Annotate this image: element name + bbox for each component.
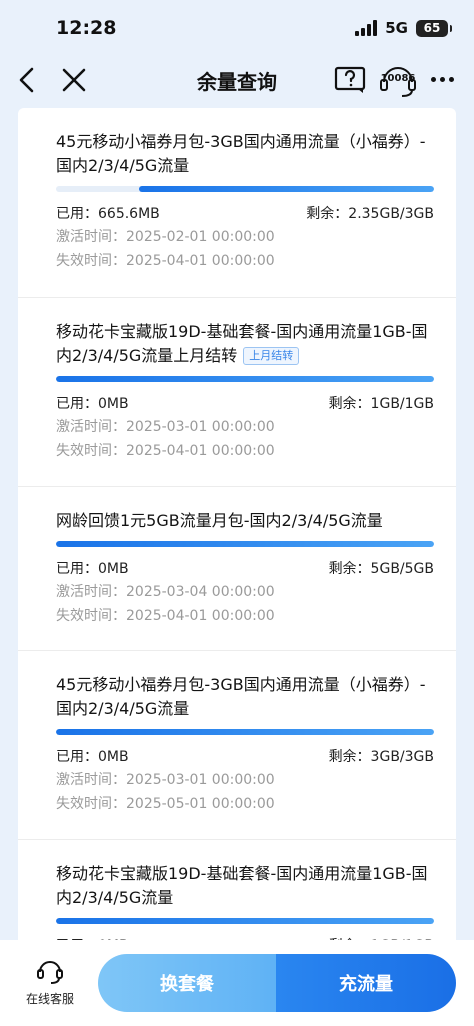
carryover-badge: 上月结转: [243, 347, 300, 365]
battery-icon: 65: [416, 19, 452, 37]
online-service-button[interactable]: 在线客服: [16, 956, 84, 1007]
usage-progress-fill: [139, 186, 434, 192]
usage-progress-fill: [56, 376, 434, 382]
remaining-amount: 剩余：1GB/1GB: [328, 396, 434, 412]
usage-row: 已用：0MB 剩余：3GB/3GB: [56, 747, 434, 767]
usage-progress-bar: [56, 376, 434, 382]
usage-progress-bar: [56, 541, 434, 547]
package-title: 45元移动小福券月包-3GB国内通用流量（小福券）-国内2/3/4/5G流量: [56, 651, 434, 721]
remaining-amount: 剩余：5GB/5GB: [328, 561, 434, 577]
top-up-data-button[interactable]: 充流量: [276, 954, 456, 1012]
status-icons: 5G 65: [355, 19, 452, 37]
usage-progress-fill: [56, 541, 434, 547]
usage-progress-fill: [56, 918, 434, 924]
action-button-group: 换套餐 充流量: [98, 954, 456, 1012]
close-icon[interactable]: [58, 64, 90, 96]
package-item: 移动花卡宝藏版19D-基础套餐-国内通用流量1GB-国内2/3/4/5G流量 已…: [18, 840, 456, 956]
package-title-text: 移动花卡宝藏版19D-基础套餐-国内通用流量1GB-国内2/3/4/5G流量上月…: [56, 322, 428, 365]
expiration-time: 失效时间：2025-04-01 00:00:00: [56, 253, 275, 269]
online-service-label: 在线客服: [25, 992, 74, 1006]
package-item: 移动花卡宝藏版19D-基础套餐-国内通用流量1GB-国内2/3/4/5G流量上月…: [18, 298, 456, 487]
signal-icon: [355, 20, 378, 36]
used-amount: 已用：665.6MB: [56, 206, 160, 222]
package-title: 移动花卡宝藏版19D-基础套餐-国内通用流量1GB-国内2/3/4/5G流量: [56, 840, 434, 910]
expiration-time: 失效时间：2025-05-01 00:00:00: [56, 796, 275, 812]
package-title-text: 移动花卡宝藏版19D-基础套餐-国内通用流量1GB-国内2/3/4/5G流量: [56, 864, 428, 907]
package-item: 网龄回馈1元5GB流量月包-国内2/3/4/5G流量 已用：0MB 剩余：5GB…: [18, 487, 456, 651]
package-item: 45元移动小福券月包-3GB国内通用流量（小福券）-国内2/3/4/5G流量 已…: [18, 651, 456, 840]
activation-time: 激活时间：2025-03-01 00:00:00: [56, 419, 275, 435]
change-plan-button[interactable]: 换套餐: [98, 954, 276, 1012]
help-icon[interactable]: [334, 65, 368, 95]
activation-time: 激活时间：2025-02-01 00:00:00: [56, 229, 275, 245]
used-amount: 已用：0MB: [56, 749, 129, 765]
expiration-time: 失效时间：2025-04-01 00:00:00: [56, 608, 275, 624]
back-arrow-icon[interactable]: [12, 64, 44, 96]
activation-time: 激活时间：2025-03-04 00:00:00: [56, 584, 275, 600]
status-time: 12:28: [56, 17, 117, 39]
package-title: 网龄回馈1元5GB流量月包-国内2/3/4/5G流量: [56, 487, 434, 533]
usage-row: 已用：0MB 剩余：1GB/1GB: [56, 394, 434, 414]
package-list[interactable]: 45元移动小福券月包-3GB国内通用流量（小福券）-国内2/3/4/5G流量 已…: [18, 108, 456, 968]
used-amount: 已用：0MB: [56, 396, 129, 412]
hotline-number: 10086: [380, 73, 416, 84]
remaining-amount: 剩余：2.35GB/3GB: [306, 206, 434, 222]
more-icon[interactable]: [426, 66, 458, 92]
usage-row: 已用：665.6MB 剩余：2.35GB/3GB: [56, 204, 434, 224]
hotline-button[interactable]: 10086: [378, 62, 418, 98]
usage-progress-fill: [56, 729, 434, 735]
network-type: 5G: [385, 19, 408, 37]
expiration-time: 失效时间：2025-04-01 00:00:00: [56, 443, 275, 459]
package-title: 移动花卡宝藏版19D-基础套餐-国内通用流量1GB-国内2/3/4/5G流量上月…: [56, 298, 434, 368]
bottom-action-bar: 在线客服 换套餐 充流量: [0, 940, 474, 1026]
package-title-text: 45元移动小福券月包-3GB国内通用流量（小福券）-国内2/3/4/5G流量: [56, 675, 426, 718]
customer-service-icon: [37, 961, 63, 984]
usage-row: 已用：0MB 剩余：5GB/5GB: [56, 559, 434, 579]
package-title-text: 网龄回馈1元5GB流量月包-国内2/3/4/5G流量: [56, 511, 383, 530]
nav-bar: 余量查询 10086: [0, 56, 474, 106]
package-title: 45元移动小福券月包-3GB国内通用流量（小福券）-国内2/3/4/5G流量: [56, 132, 426, 175]
package-item: 45元移动小福券月包-3GB国内通用流量（小福券）-国内2/3/4/5G流量 已…: [18, 108, 456, 298]
usage-progress-bar: [56, 729, 434, 735]
remaining-amount: 剩余：3GB/3GB: [328, 749, 434, 765]
status-bar: 12:28 5G 65: [0, 0, 474, 56]
usage-progress-bar: [56, 918, 434, 924]
used-amount: 已用：0MB: [56, 561, 129, 577]
activation-time: 激活时间：2025-03-01 00:00:00: [56, 772, 275, 788]
usage-progress-bar: [56, 186, 434, 192]
